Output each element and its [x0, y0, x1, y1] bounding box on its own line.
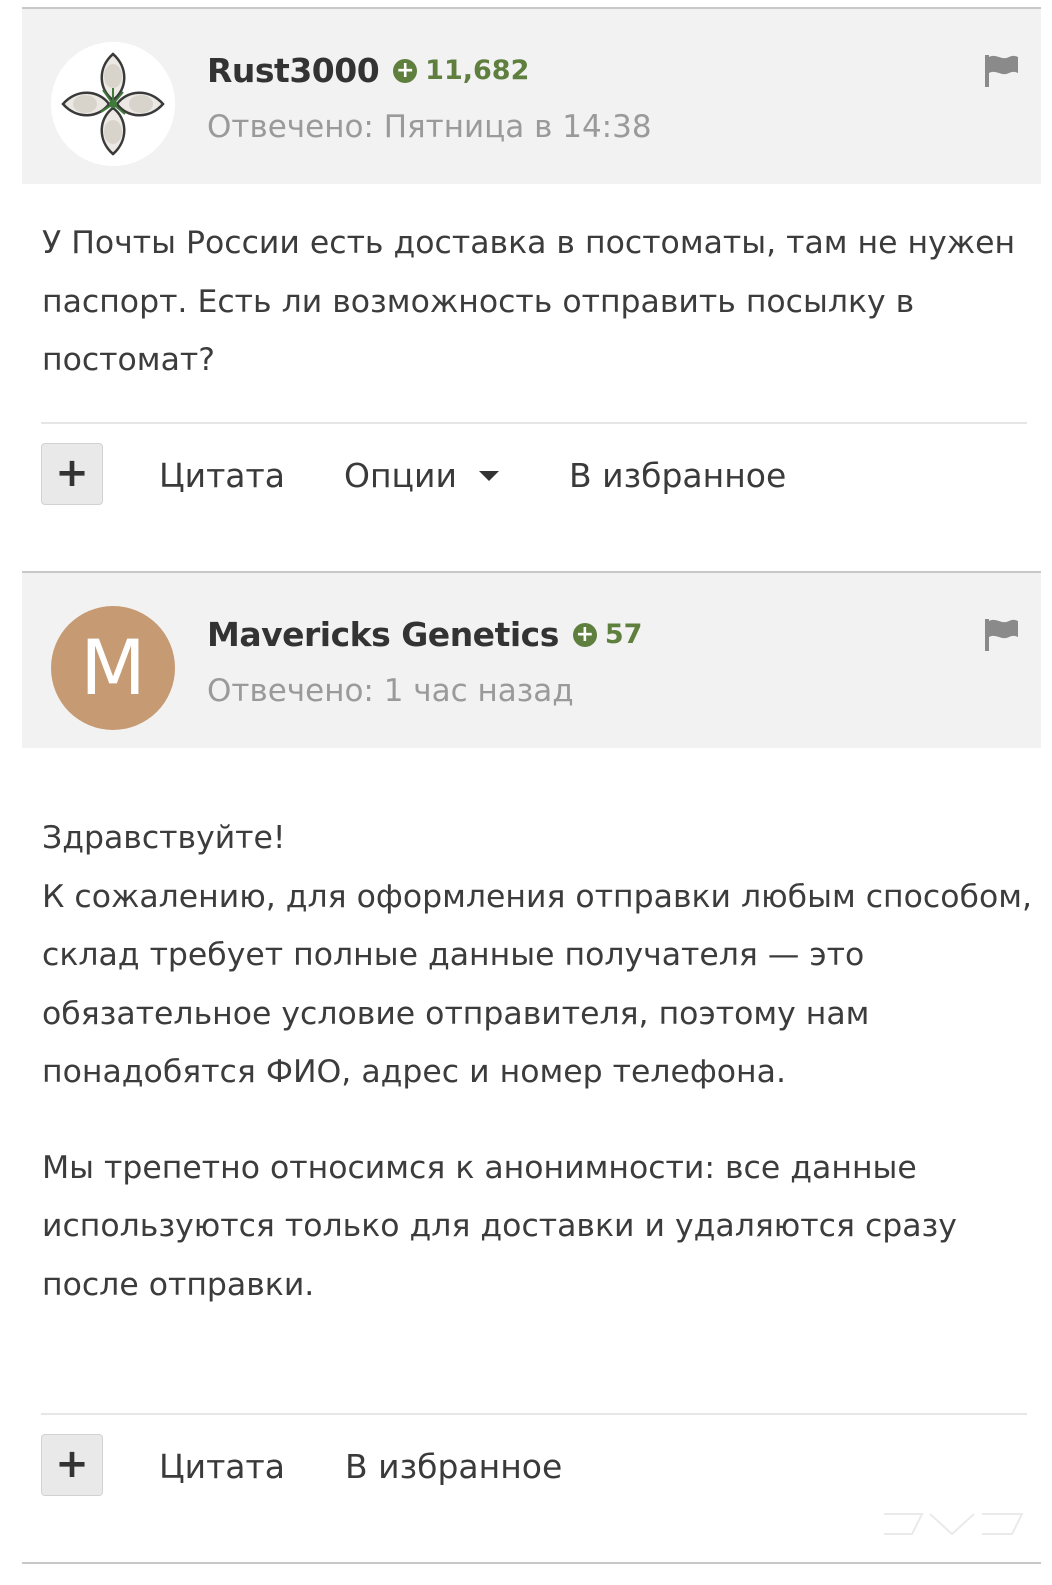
avatar[interactable]	[51, 42, 175, 166]
flag-icon[interactable]	[982, 53, 1020, 89]
reputation-badge: + 57	[572, 619, 643, 650]
post-body: У Почты России есть доставка в постоматы…	[42, 214, 1032, 390]
username[interactable]: Mavericks Genetics	[207, 615, 559, 654]
plus-circle-icon: +	[572, 622, 597, 647]
post-paragraph: У Почты России есть доставка в постоматы…	[42, 225, 1016, 378]
post-header: Rust3000 + 11,682 Отвечено: Пятница в 14…	[22, 9, 1041, 184]
post-actions: + Цитата Опции В избранное	[41, 443, 1031, 509]
avatar[interactable]: M	[51, 606, 175, 730]
post-header: M Mavericks Genetics + 57 Отвечено: 1 ча…	[22, 573, 1041, 748]
answered-timestamp: Отвечено: Пятница в 14:38	[207, 109, 652, 145]
favorite-button[interactable]: В избранное	[569, 443, 786, 509]
post-2: M Mavericks Genetics + 57 Отвечено: 1 ча…	[22, 571, 1041, 1496]
post-actions: + Цитата В избранное	[41, 1434, 1031, 1500]
plus-button[interactable]: +	[41, 443, 103, 505]
flag-icon[interactable]	[982, 617, 1020, 653]
answered-timestamp: Отвечено: 1 час назад	[207, 673, 574, 709]
username-line: Mavericks Genetics + 57	[207, 615, 642, 654]
favorite-button[interactable]: В избранное	[345, 1434, 562, 1500]
post-1: Rust3000 + 11,682 Отвечено: Пятница в 14…	[22, 7, 1041, 505]
post-paragraph: Мы трепетно относимся к анонимности: все…	[42, 1149, 957, 1303]
divider	[22, 1562, 1041, 1564]
reputation-badge: + 11,682	[393, 55, 529, 86]
watermark-icon	[884, 1513, 1024, 1536]
divider	[41, 1413, 1027, 1415]
post-paragraph: Здравствуйте! К сожалению, для оформлени…	[42, 820, 1032, 1090]
username[interactable]: Rust3000	[207, 51, 380, 90]
quote-button[interactable]: Цитата	[159, 443, 285, 509]
quote-button[interactable]: Цитата	[159, 1434, 285, 1500]
plus-button[interactable]: +	[41, 1434, 103, 1496]
post-body: Здравствуйте! К сожалению, для оформлени…	[42, 809, 1032, 1314]
caret-down-icon	[478, 470, 499, 481]
reputation-value: 57	[604, 619, 643, 650]
plus-circle-icon: +	[393, 58, 418, 83]
options-label: Опции	[344, 456, 457, 495]
flower-avatar-icon	[51, 42, 175, 166]
username-line: Rust3000 + 11,682	[207, 51, 529, 90]
divider	[41, 422, 1027, 424]
options-button[interactable]: Опции	[344, 443, 499, 509]
reputation-value: 11,682	[425, 55, 530, 86]
